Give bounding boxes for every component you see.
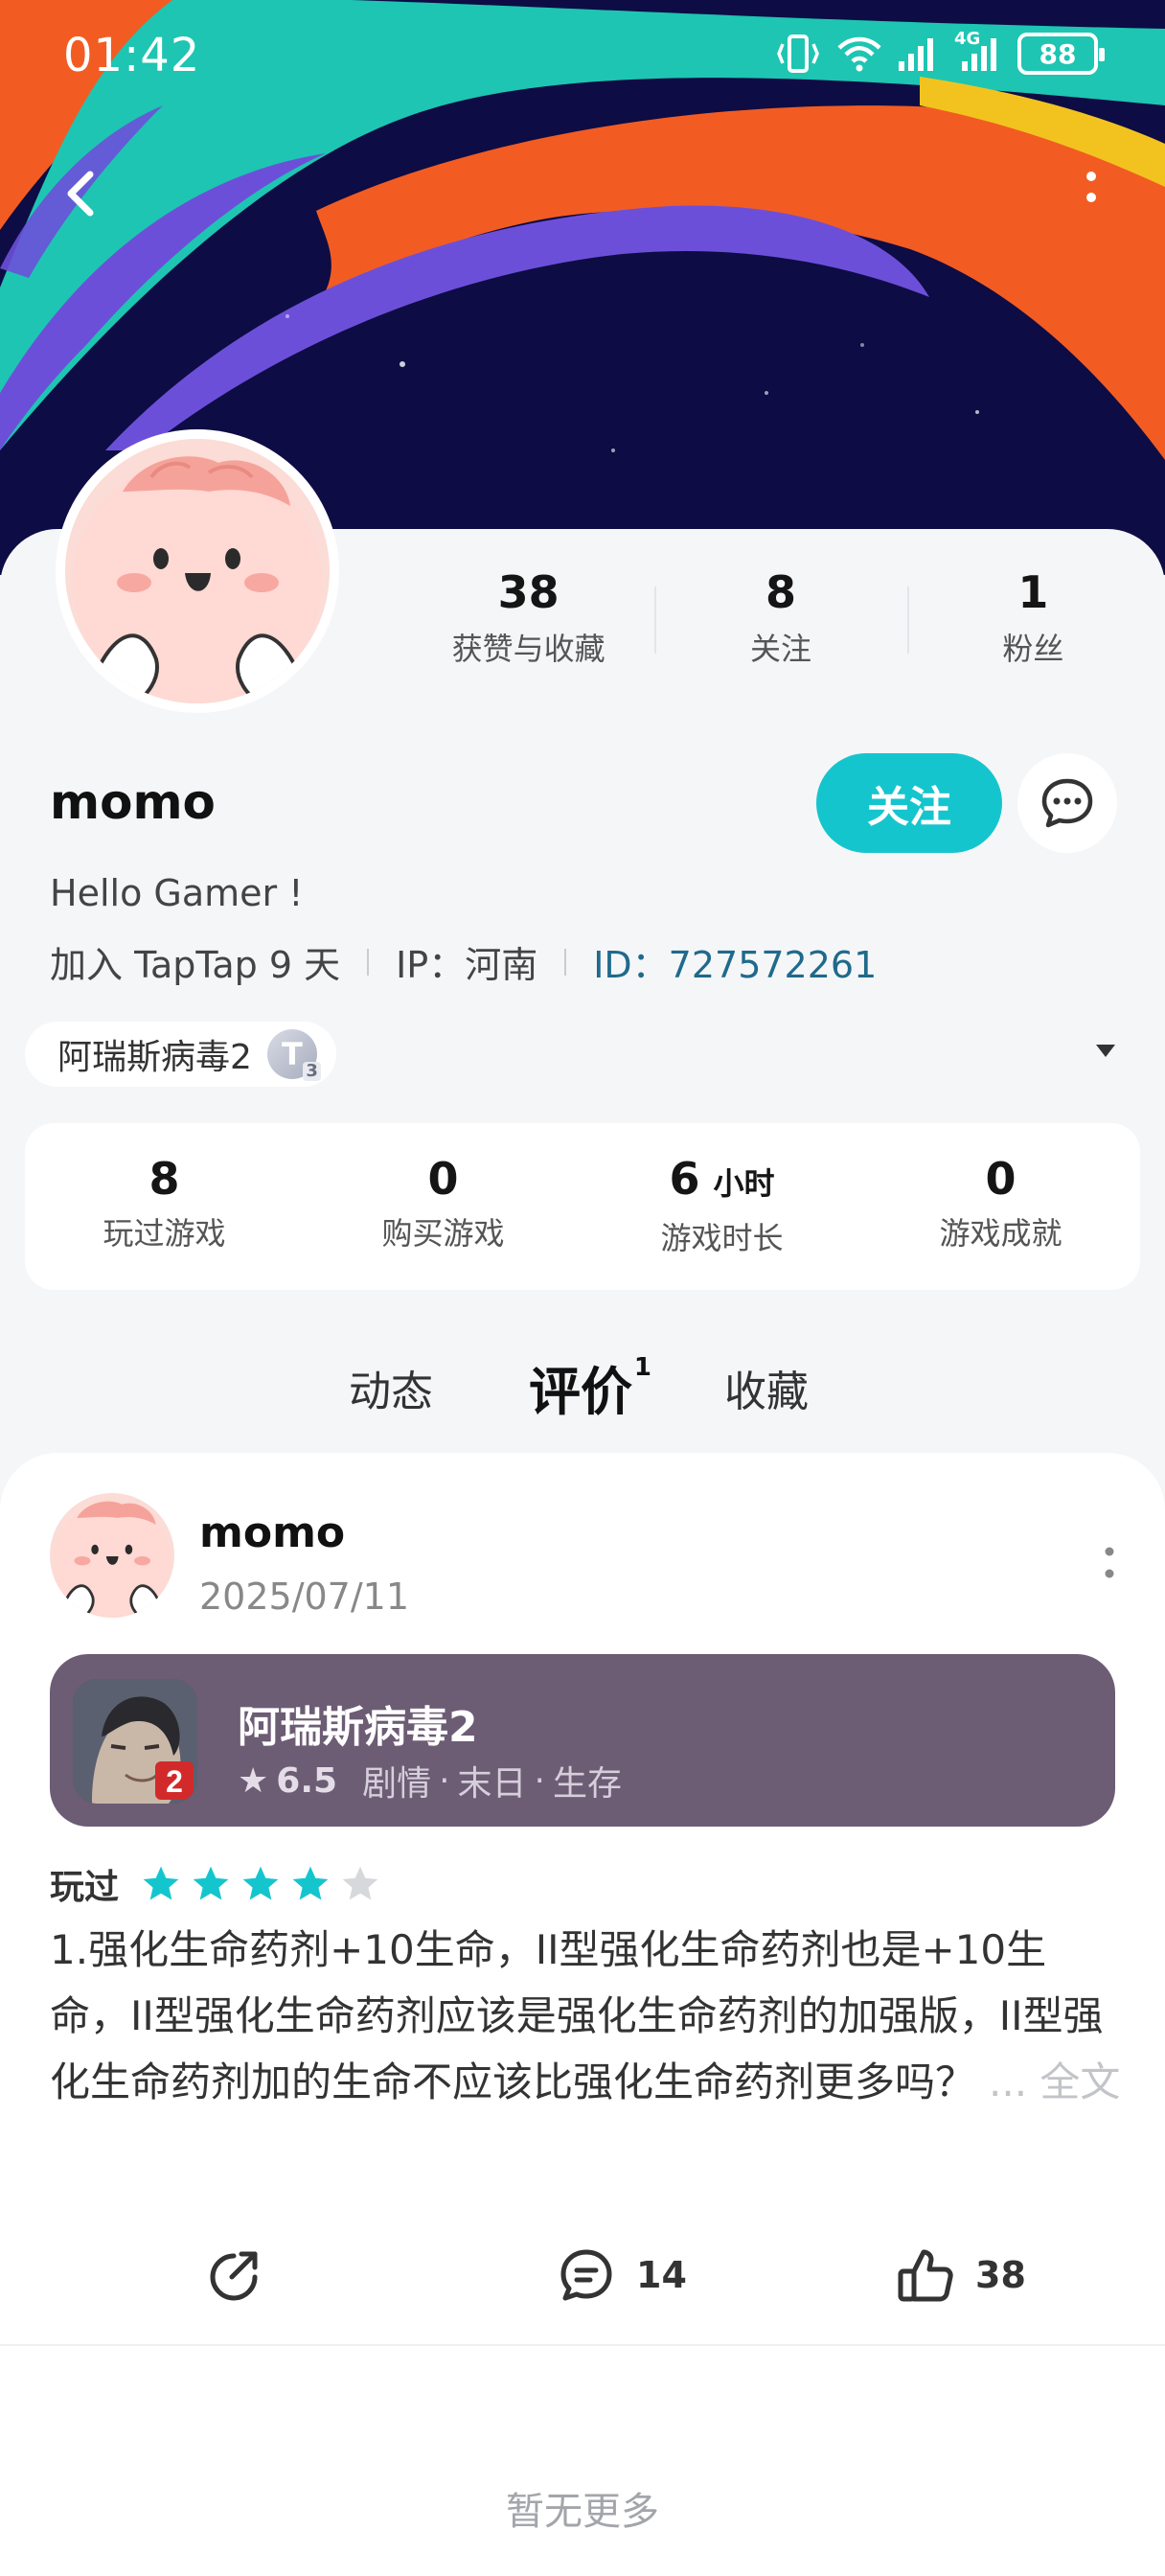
signal-icon — [897, 34, 939, 73]
game-icon-badge: 2 — [166, 1764, 183, 1799]
like-count: 38 — [975, 2254, 1026, 2296]
played-label: 玩过 — [50, 1868, 120, 1907]
signal-4g-icon: 4G — [952, 29, 1004, 73]
read-more-link[interactable]: ... 全文 — [989, 2058, 1120, 2105]
review-text: 1.强化生命药剂+10生命，II型强化生命药剂也是+10生命，II型强化生命药剂… — [50, 1926, 1104, 2105]
game-stats-card: 8 玩过游戏 0 购买游戏 6 小时 游戏时长 0 游戏成就 — [25, 1123, 1140, 1290]
review-actions: 14 38 — [0, 2225, 1165, 2331]
back-icon — [67, 171, 94, 217]
star-icon — [292, 1866, 329, 1900]
stat-likes[interactable]: 38 获赞与收藏 — [402, 565, 654, 671]
review-avatar[interactable] — [50, 1493, 174, 1618]
review-date: 2025/07/11 — [199, 1576, 410, 1618]
game-icon: 2 — [73, 1679, 197, 1804]
battery-indicator: 88 — [1017, 33, 1105, 75]
chat-icon — [1041, 778, 1093, 828]
comment-button[interactable]: 14 — [556, 2244, 687, 2306]
tab-reviews[interactable]: 评价 1 — [529, 1349, 651, 1425]
like-button[interactable]: 38 — [895, 2244, 1026, 2306]
status-bar: 01:42 4G 88 — [0, 0, 1165, 115]
share-button[interactable] — [203, 2244, 264, 2306]
profile-meta: 加入 TapTap 9 天 IP：河南 ID：727572261 — [50, 935, 877, 988]
back-button[interactable] — [54, 155, 111, 232]
game-meta: ★ 6.5 剧情 · 末日 · 生存 — [238, 1756, 622, 1806]
chevron-down-icon[interactable] — [1096, 1045, 1115, 1057]
list-footer: 暂无更多 — [0, 2346, 1165, 2576]
more-icon — [1086, 172, 1096, 202]
game-tag: 末日 — [457, 1764, 527, 1804]
profile-bio: Hello Gamer ! — [50, 872, 304, 914]
game-tag: 生存 — [553, 1764, 623, 1804]
review-card: momo 2025/07/11 2 阿瑞斯病毒2 ★ 6.5 剧情 · 末日 ·… — [0, 1453, 1165, 2344]
star-icon — [193, 1866, 229, 1900]
status-time: 01:42 — [63, 29, 201, 82]
like-icon — [898, 2249, 953, 2302]
more-menu-button[interactable] — [1077, 163, 1106, 230]
game-score: 6.5 — [276, 1760, 338, 1801]
wifi-icon — [835, 34, 883, 73]
divider — [367, 948, 370, 976]
review-username[interactable]: momo — [199, 1508, 345, 1557]
message-button[interactable] — [1017, 753, 1117, 853]
review-game-card[interactable]: 2 阿瑞斯病毒2 ★ 6.5 剧情 · 末日 · 生存 — [50, 1654, 1115, 1827]
tab-activity[interactable]: 动态 — [349, 1357, 433, 1418]
taptap-badge-icon: T 3 — [266, 1029, 321, 1081]
user-id[interactable]: ID：727572261 — [593, 935, 877, 988]
star-icon — [143, 1866, 179, 1900]
star-icon — [242, 1866, 279, 1900]
game-tag: 剧情 — [362, 1764, 432, 1804]
review-more-button[interactable] — [1100, 1539, 1119, 1587]
tab-favorites[interactable]: 收藏 — [724, 1357, 809, 1418]
no-more-text: 暂无更多 — [506, 2490, 659, 2534]
profile-username: momo — [50, 774, 216, 830]
stat-achievements[interactable]: 0 游戏成就 — [861, 1123, 1140, 1290]
status-icons: 4G 88 — [774, 29, 1105, 75]
stat-followers[interactable]: 1 粉丝 — [906, 565, 1159, 671]
comment-count: 14 — [636, 2254, 687, 2296]
battery-level: 88 — [1039, 37, 1077, 70]
ip-location: IP：河南 — [396, 944, 538, 986]
game-title: 阿瑞斯病毒2 — [238, 1703, 478, 1752]
stat-following[interactable]: 8 关注 — [654, 565, 906, 671]
review-body[interactable]: 1.强化生命药剂+10生命，II型强化生命药剂也是+10生命，II型强化生命药剂… — [50, 1917, 1123, 2115]
divider — [564, 948, 567, 976]
follow-button[interactable]: 关注 — [816, 753, 1002, 853]
more-icon — [1105, 1547, 1114, 1578]
stat-play-time[interactable]: 6 小时 游戏时长 — [582, 1123, 861, 1290]
stat-games-bought[interactable]: 0 购买游戏 — [304, 1123, 582, 1290]
stat-games-played[interactable]: 8 玩过游戏 — [25, 1123, 304, 1290]
vibrate-icon — [774, 33, 822, 75]
comment-icon — [560, 2249, 612, 2301]
featured-game-chip[interactable]: 阿瑞斯病毒2 T 3 — [25, 1022, 336, 1087]
avatar[interactable] — [56, 429, 339, 713]
review-rating: 玩过 — [50, 1859, 381, 1909]
rating-stars — [140, 1863, 381, 1905]
star-icon: ★ — [238, 1760, 269, 1801]
featured-game-name: 阿瑞斯病毒2 — [57, 1038, 252, 1077]
share-icon — [210, 2251, 258, 2301]
tab-count: 1 — [633, 1353, 651, 1382]
star-icon — [342, 1866, 378, 1900]
join-info: 加入 TapTap 9 天 — [50, 944, 341, 986]
profile-tabs: 动态 评价 1 收藏 — [0, 1342, 1165, 1438]
profile-stats: 38 获赞与收藏 8 关注 1 粉丝 — [402, 565, 1159, 671]
